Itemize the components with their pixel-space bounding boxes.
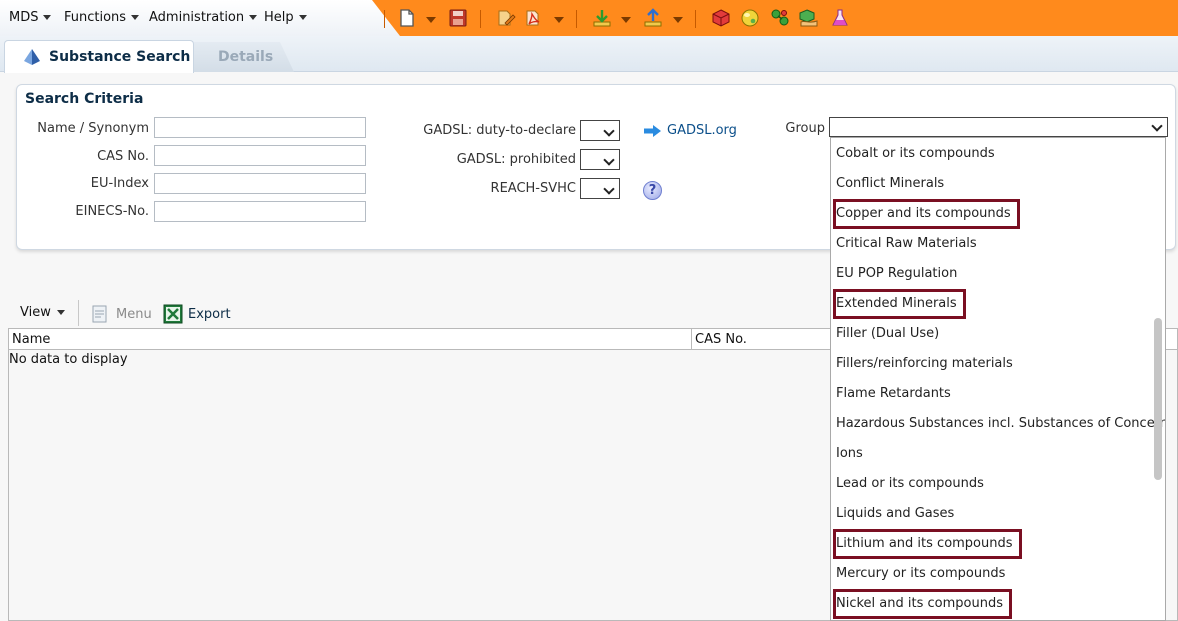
upload-icon[interactable] [643,8,663,28]
reach-svhc-label: REACH-SVHC [490,181,576,196]
dropdown-option[interactable]: Cobalt or its compounds [836,142,995,166]
einecs-no-input[interactable] [154,201,366,222]
toolbar-separator [480,10,481,28]
toolbar-separator [576,10,577,28]
tab-substance-search-label: Substance Search [49,49,191,65]
column-header-name[interactable]: Name [12,332,50,347]
download-dropdown-icon[interactable] [621,17,631,23]
menu-mds-label: MDS [9,10,39,25]
empty-state-text: No data to display [9,352,128,367]
edit-document-icon[interactable] [496,8,516,28]
dropdown-option-highlighted[interactable]: Extended Minerals [833,289,966,319]
download-icon[interactable] [592,8,612,28]
view-menu-label: View [20,305,51,320]
red-cube-icon[interactable] [711,8,731,28]
new-document-icon[interactable] [397,8,417,28]
group-dropdown-list[interactable]: Cobalt or its compounds Conflict Mineral… [830,137,1166,621]
gadsl-prohibited-label: GADSL: prohibited [456,152,576,167]
dropdown-option[interactable]: Lead or its compounds [836,472,984,496]
gadsl-duty-to-declare-label: GADSL: duty-to-declare [423,123,576,138]
gadsl-org-link-label: GADSL.org [667,123,737,138]
search-criteria-title: Search Criteria [25,91,144,107]
menu-help-label: Help [264,10,294,25]
menu-mds[interactable]: MDS [9,10,52,25]
tab-strip: Substance Search Details [0,36,1178,73]
tab-substance-search[interactable]: Substance Search [4,40,194,73]
chevron-down-icon [131,15,140,20]
group-select[interactable] [829,117,1168,137]
arrow-right-icon [644,124,661,137]
dropdown-option[interactable]: Mercury or its compounds [836,562,1005,586]
pdf-export-icon[interactable] [524,8,544,28]
menu-button-label: Menu [116,306,152,322]
new-document-dropdown-icon[interactable] [426,17,436,23]
eu-index-label: EU-Index [90,176,149,191]
upload-dropdown-icon[interactable] [673,17,683,23]
toolbar-separator [78,300,79,326]
dropdown-option[interactable]: Fillers/reinforcing materials [836,352,1013,376]
gadsl-prohibited-select[interactable] [580,149,620,170]
chevron-down-icon [56,310,65,315]
menu-functions-label: Functions [64,10,127,25]
top-menubar: MDS Functions Administration Help [0,0,1178,36]
dropdown-option-highlighted[interactable]: Copper and its compounds [833,199,1020,229]
toolbar-separator [384,10,385,28]
menu-administration[interactable]: Administration [149,10,258,25]
help-icon[interactable]: ? [643,181,662,200]
hand-cube-icon[interactable] [799,8,819,28]
green-molecule-icon[interactable] [770,8,790,28]
dropdown-option[interactable]: Hazardous Substances incl. Substances of… [836,412,1165,436]
dropdown-option[interactable]: Filler (Dual Use) [836,322,939,346]
menu-functions[interactable]: Functions [64,10,140,25]
flask-icon[interactable] [830,8,850,28]
dropdown-option[interactable]: Critical Raw Materials [836,232,977,256]
excel-icon [163,304,183,324]
save-icon[interactable] [448,8,468,28]
reach-svhc-select[interactable] [580,178,620,199]
cas-no-input[interactable] [154,145,366,166]
dropdown-option[interactable]: EU POP Regulation [836,262,957,286]
tab-details[interactable]: Details [194,42,294,72]
dropdown-option-highlighted[interactable]: Nickel and its compounds [833,589,1012,619]
export-dropdown-icon[interactable] [554,17,564,23]
dropdown-scrollbar[interactable] [1154,318,1162,480]
gadsl-duty-to-declare-select[interactable] [580,120,620,141]
name-synonym-label: Name / Synonym [37,121,149,136]
pyramid-icon [24,49,40,65]
chevron-down-icon [249,15,258,20]
cas-no-label: CAS No. [97,149,149,164]
group-label: Group [785,121,825,136]
chevron-down-icon [43,15,52,20]
tab-details-label: Details [218,49,274,65]
chevron-down-icon [298,15,307,20]
export-button-label: Export [188,306,231,322]
toolbar-separator [695,10,696,28]
export-button[interactable]: Export [163,304,231,324]
menu-administration-label: Administration [149,10,245,25]
menu-button[interactable]: Menu [90,304,152,324]
dropdown-option[interactable]: Flame Retardants [836,382,951,406]
column-header-cas-no[interactable]: CAS No. [695,332,747,347]
gadsl-org-link[interactable]: GADSL.org [644,123,737,138]
einecs-no-label: EINECS-No. [75,204,149,219]
menu-document-icon [92,305,107,323]
name-synonym-input[interactable] [154,117,366,138]
menu-help[interactable]: Help [264,10,307,25]
dropdown-option-highlighted[interactable]: Lithium and its compounds [833,529,1022,559]
yellow-sphere-icon[interactable] [740,8,760,28]
dropdown-option[interactable]: Liquids and Gases [836,502,954,526]
dropdown-option[interactable]: Ions [836,442,863,466]
column-divider[interactable] [691,329,692,350]
dropdown-option[interactable]: Conflict Minerals [836,172,944,196]
view-menu-button[interactable]: View [20,305,65,320]
eu-index-input[interactable] [154,173,366,194]
